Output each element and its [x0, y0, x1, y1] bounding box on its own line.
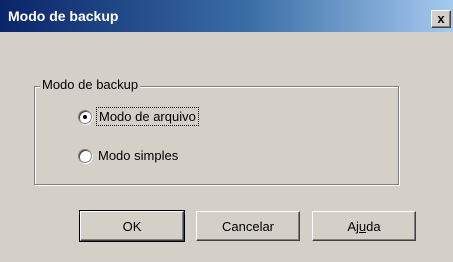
radio-button-file-mode[interactable] [78, 109, 92, 124]
radio-file-mode[interactable]: Modo de arquivo [78, 107, 199, 126]
title-bar[interactable]: Modo de backup x [0, 0, 453, 32]
help-button-label: Ajuda [347, 218, 381, 234]
help-button[interactable]: Ajuda [312, 211, 416, 241]
ok-button-label: OK [122, 218, 142, 234]
cancel-button[interactable]: Cancelar [196, 211, 300, 241]
radio-label-simple-mode[interactable]: Modo simples [98, 148, 178, 163]
close-icon: x [437, 11, 445, 26]
cancel-button-label: Cancelar [221, 218, 275, 234]
window-title: Modo de backup [8, 8, 119, 24]
ok-button[interactable]: OK [79, 210, 185, 242]
backup-mode-dialog: Modo de backup x Modo de backup Modo de … [0, 0, 453, 262]
radio-label-file-mode[interactable]: Modo de arquivo [96, 107, 199, 126]
close-button[interactable]: x [431, 10, 451, 28]
group-label: Modo de backup [40, 77, 141, 92]
backup-mode-group [34, 86, 399, 185]
radio-simple-mode[interactable]: Modo simples [78, 148, 178, 163]
radio-button-simple-mode[interactable] [78, 148, 92, 163]
